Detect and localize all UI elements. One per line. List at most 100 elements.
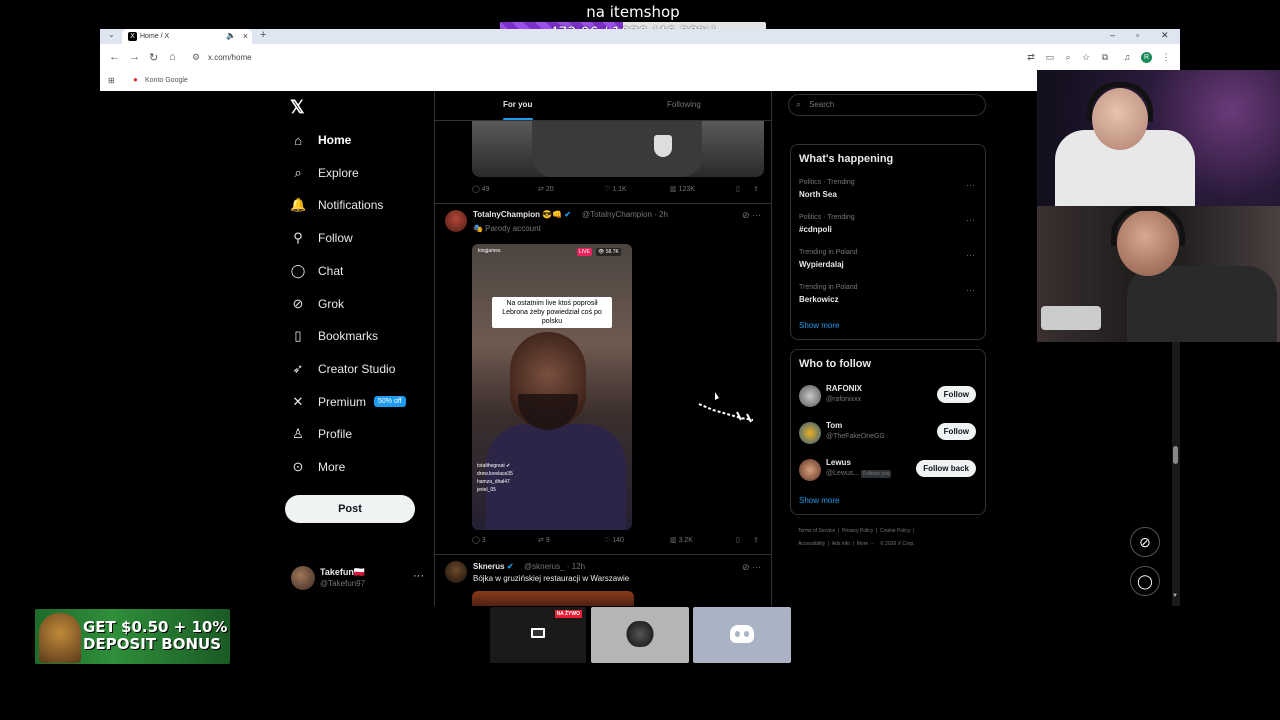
footer-ads[interactable]: Ads info (832, 541, 850, 547)
views-button[interactable]: ▥ 3.2K (670, 536, 693, 544)
trends-show-more[interactable]: Show more (799, 321, 839, 330)
post-avatar[interactable] (445, 561, 467, 583)
trend-more-icon[interactable]: ··· (966, 285, 975, 295)
back-icon[interactable]: ← (109, 51, 120, 63)
translate-icon[interactable]: ⇄ (1026, 52, 1036, 62)
maximize-icon[interactable]: ▫ (1136, 30, 1139, 40)
nav-item-more[interactable]: ⊙ More (290, 454, 346, 480)
post-author-name[interactable]: Sknerus ✔ (473, 562, 514, 571)
scrollbar-thumb[interactable] (1173, 446, 1178, 464)
audio-icon[interactable]: 🔈 (226, 31, 236, 40)
reload-icon[interactable]: ↻ (149, 51, 158, 64)
x-logo-icon[interactable]: 𝕏 (290, 97, 305, 118)
post-button[interactable]: Post (285, 495, 415, 523)
trend-more-icon[interactable]: ··· (966, 250, 975, 260)
trend-more-icon[interactable]: ··· (966, 215, 975, 225)
profile-avatar[interactable]: R (1141, 52, 1152, 63)
account-avatar[interactable] (291, 566, 315, 590)
account-more-icon[interactable]: ··· (413, 570, 424, 582)
site-info-icon[interactable]: ⚙ (192, 52, 200, 63)
post-media-image[interactable] (472, 121, 764, 177)
footer-more[interactable]: More ··· (857, 541, 875, 547)
trend-name[interactable]: North Sea (799, 190, 837, 199)
post-handle-time[interactable]: @sknerus_ · 12h (524, 562, 585, 571)
address-bar[interactable]: ⚙ x.com/home (188, 49, 1018, 67)
extensions-icon[interactable]: ⧉ (1100, 52, 1110, 62)
post-video[interactable]: kingjames LIVE 👁 58.7K Na ostatnim live … (472, 244, 632, 530)
footer-terms[interactable]: Terms of Service (798, 528, 835, 534)
preview-discord[interactable] (693, 607, 791, 663)
home-icon: ⌂ (294, 132, 302, 148)
follow-avatar[interactable] (799, 459, 821, 481)
apps-grid-icon[interactable]: ⊞ (108, 76, 115, 85)
tab-search-icon[interactable]: ⌄ (108, 30, 115, 39)
zoom-icon[interactable]: ⌕ (1063, 52, 1073, 62)
nav-item-notifications[interactable]: 🔔 Notifications (290, 192, 383, 218)
like-button[interactable]: ♡ 140 (604, 536, 624, 544)
trend-name[interactable]: #cdnpoli (799, 225, 832, 234)
bookmark-post-icon[interactable]: ▯ (736, 185, 740, 193)
browser-tab[interactable]: X Home / X 🔈 × (122, 29, 252, 44)
home-page-icon[interactable]: ⌂ (169, 51, 176, 63)
media-icon[interactable]: ♫ (1122, 52, 1132, 62)
share-icon[interactable]: ⇪ (753, 185, 759, 193)
post-grok-more[interactable]: ⊘ ··· (742, 562, 761, 573)
follow-name[interactable]: RAFONIX (826, 384, 862, 393)
bookmark-post-icon[interactable]: ▯ (736, 536, 740, 544)
nav-item-profile[interactable]: ♙ Profile (290, 421, 352, 447)
tab-following[interactable]: Following (667, 100, 701, 109)
scroll-down-icon[interactable]: ▼ (1172, 593, 1178, 599)
nav-item-premium[interactable]: ✕ Premium 50% off (290, 389, 406, 415)
cast-icon[interactable]: ▭ (1045, 52, 1055, 62)
follow-button[interactable]: Follow (936, 386, 976, 403)
search-input[interactable]: ⌕ Search (788, 94, 986, 116)
nav-item-creator-studio[interactable]: ➶ Creator Studio (290, 356, 396, 382)
bookmark-google-account[interactable]: Konto Google (145, 77, 188, 84)
share-icon[interactable]: ⇪ (753, 536, 759, 544)
nav-item-chat[interactable]: ◯ Chat (290, 258, 344, 284)
follow-avatar[interactable] (799, 385, 821, 407)
repost-button[interactable]: ⇄ 20 (538, 185, 554, 193)
minimize-icon[interactable]: – (1110, 30, 1115, 40)
follow-button[interactable]: Follow (936, 423, 976, 440)
follow-name[interactable]: Lewus (826, 458, 851, 467)
account-name[interactable]: Takefun🇵🇱 (320, 567, 365, 578)
nav-item-home[interactable]: ⌂ Home (290, 127, 351, 153)
nav-item-follow[interactable]: ⚲ Follow (290, 225, 352, 251)
menu-kebab-icon[interactable]: ⋮ (1161, 52, 1171, 62)
nav-item-grok[interactable]: ⊘ Grok (290, 291, 344, 317)
post-grok-more[interactable]: ⊘ ··· (742, 210, 761, 221)
nav-item-bookmarks[interactable]: ▯ Bookmarks (290, 323, 378, 349)
grok-fab-icon[interactable]: ⊘ (1130, 527, 1160, 557)
footer-privacy[interactable]: Privacy Policy (842, 528, 873, 534)
nav-item-explore[interactable]: ⌕ Explore (290, 160, 358, 186)
forward-icon[interactable]: → (129, 51, 140, 63)
new-tab-button[interactable]: + (260, 29, 266, 41)
trend-name[interactable]: Berkowicz (799, 295, 839, 304)
deposit-bonus-ad[interactable]: GET $0.50 + 10% DEPOSIT BONUS (35, 609, 230, 664)
post-handle-time[interactable]: @TotalnyChampion · 2h (582, 210, 668, 219)
follow-show-more[interactable]: Show more (799, 496, 839, 505)
like-button[interactable]: ♡ 1.1K (604, 185, 627, 193)
window-close-icon[interactable]: ✕ (1161, 30, 1169, 41)
follow-avatar[interactable] (799, 422, 821, 444)
follow-button[interactable]: Follow back (916, 460, 976, 477)
post-author-name[interactable]: TotalnyChampion 😎👊 ✔ (473, 210, 571, 219)
views-button[interactable]: ▥ 123K (670, 185, 695, 193)
reply-button[interactable]: ◯ 3 (472, 536, 486, 544)
star-icon[interactable]: ☆ (1081, 52, 1091, 62)
footer-cookie[interactable]: Cookie Policy (880, 528, 910, 534)
preview-live-stream[interactable]: NA ŻYWO (490, 607, 586, 663)
footer-accessibility[interactable]: Accessibility (798, 541, 825, 547)
post-avatar[interactable] (445, 210, 467, 232)
close-tab-icon[interactable]: × (243, 31, 248, 41)
trend-name[interactable]: Wypierdalaj (799, 260, 844, 269)
chat-fab-icon[interactable]: ◯ (1130, 566, 1160, 596)
repost-button[interactable]: ⇄ 9 (538, 536, 550, 544)
post-media-image[interactable] (472, 591, 634, 606)
reply-button[interactable]: ◯ 49 (472, 185, 490, 193)
preview-car[interactable] (591, 607, 689, 663)
follow-name[interactable]: Tom (826, 421, 842, 430)
trend-more-icon[interactable]: ··· (966, 180, 975, 190)
tab-for-you[interactable]: For you (503, 100, 532, 109)
